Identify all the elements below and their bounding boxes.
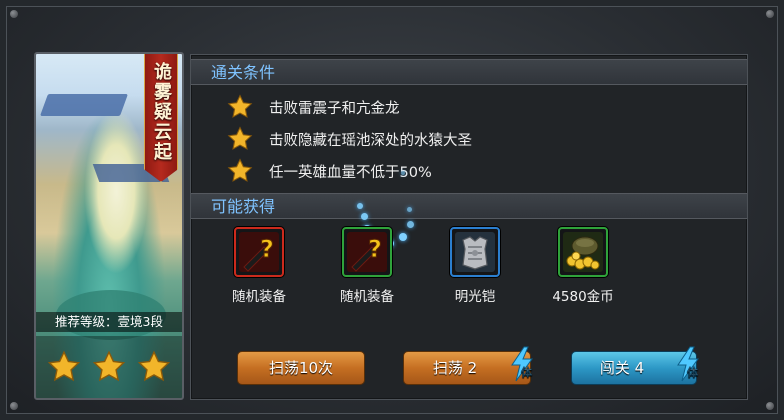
condition-item: 击败隐藏在瑶池深处的水猿大圣 (227, 125, 472, 153)
random-equipment-icon: ? (342, 227, 392, 277)
svg-text:?: ? (260, 235, 274, 263)
loading-spinner-dot (401, 171, 405, 175)
condition-text: 任一英雄血量不低于50% (269, 164, 432, 181)
loading-spinner-dot (361, 213, 368, 220)
star-icon (137, 350, 170, 382)
rivet (766, 402, 774, 410)
star-icon (227, 158, 253, 182)
condition-text: 击败隐藏在瑶池深处的水猿大圣 (269, 132, 472, 149)
loading-spinner-dot (407, 221, 414, 228)
reward-label: 4580金币 (552, 289, 614, 305)
armor-icon (450, 227, 500, 277)
stamina-lightning-icon: 体 (511, 346, 533, 382)
stage-info-panel: 通关条件 击败雷震子和亢金龙 击败隐藏在瑶池深处的水猿大圣 任一英雄血量不低于5… (190, 54, 748, 400)
sweep-button[interactable]: 扫荡 2 体 (403, 346, 533, 385)
star-icon (227, 126, 253, 150)
reward-item[interactable]: ? 随机装备 (327, 227, 407, 313)
challenge-button[interactable]: 闯关 4 体 (571, 346, 699, 385)
condition-item: 击败雷震子和亢金龙 (227, 93, 400, 121)
stamina-tag: 体 (521, 365, 532, 379)
stamina-tag: 体 (687, 365, 698, 379)
reward-label: 随机装备 (232, 289, 286, 305)
reward-label: 明光铠 (454, 289, 496, 305)
stage-card: 诡雾疑云起 推荐等级：壹境3段 (34, 52, 184, 400)
recommended-level: 推荐等级：壹境3段 (36, 312, 182, 332)
conditions-header: 通关条件 (191, 59, 747, 85)
star-icon (227, 94, 253, 118)
sweep-label: 扫荡 2 (432, 359, 478, 377)
stage-title-banner: 诡雾疑云起 (144, 54, 178, 182)
sweep-10-button[interactable]: 扫荡10次 (237, 351, 365, 385)
reward-label: 随机装备 (340, 289, 394, 305)
reward-item[interactable]: 明光铠 (435, 227, 515, 313)
loading-spinner-dot (357, 203, 363, 209)
stage-star-rating (36, 336, 182, 398)
stage-title: 诡雾疑云起 (151, 62, 172, 162)
rivet (10, 10, 18, 18)
palace-roof (39, 94, 129, 116)
stamina-lightning-icon: 体 (677, 346, 699, 382)
rivet (766, 10, 774, 18)
svg-text:?: ? (368, 235, 382, 263)
condition-text: 击败雷震子和亢金龙 (269, 100, 400, 117)
rewards-header: 可能获得 (191, 193, 747, 219)
loading-spinner-dot (407, 207, 412, 212)
star-icon (48, 350, 81, 382)
reward-item[interactable]: 4580金币 (543, 227, 623, 313)
star-icon (92, 350, 126, 382)
sweep-10-label: 扫荡10次 (268, 359, 334, 377)
challenge-label: 闯关 4 (599, 359, 645, 377)
rivet (10, 402, 18, 410)
reward-item[interactable]: ? 随机装备 (219, 227, 299, 313)
gold-coins-icon (558, 227, 608, 277)
random-equipment-icon: ? (234, 227, 284, 277)
